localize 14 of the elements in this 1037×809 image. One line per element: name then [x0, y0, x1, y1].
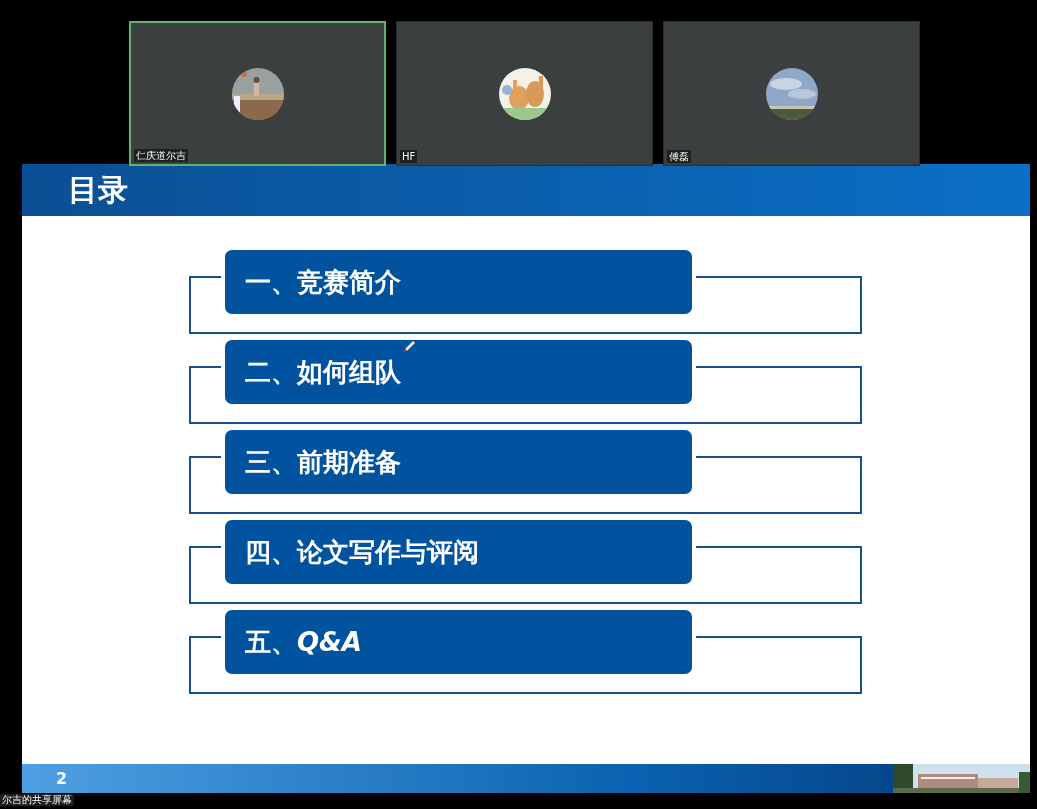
agenda-item-text: 一、竞赛简介	[245, 265, 401, 299]
page-number: 2	[56, 769, 68, 788]
participant-name: 傅磊	[667, 150, 691, 163]
agenda-item-text: 四、论文写作与评阅	[245, 535, 479, 569]
participant-name: HF	[400, 150, 418, 163]
agenda-item-text: 五、Q&A	[245, 625, 362, 659]
agenda-item-text: 二、如何组队	[245, 355, 401, 389]
slide-title: 目录	[68, 170, 128, 209]
screen-share-label: 尔吉的共享屏幕	[0, 794, 74, 806]
video-tile[interactable]: 仁庆道尔吉	[129, 21, 386, 166]
video-tile[interactable]: 傅磊	[663, 21, 920, 166]
video-tile[interactable]: HF	[396, 21, 653, 166]
agenda-item-text: 三、前期准备	[245, 445, 401, 479]
participant-name: 仁庆道尔吉	[134, 149, 188, 162]
